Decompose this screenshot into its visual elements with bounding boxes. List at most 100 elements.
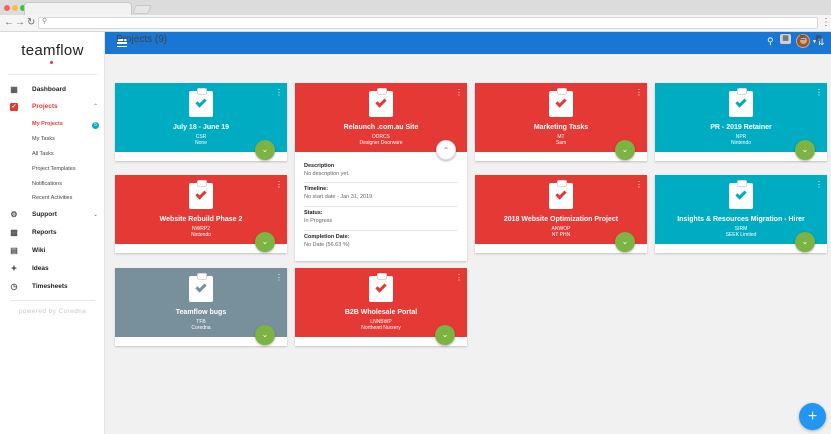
clipboard-check-icon [729, 180, 753, 209]
more-options-icon[interactable]: ⋮ [635, 181, 643, 189]
sidebar-item-label: Wiki [32, 247, 46, 254]
dashboard-icon: ▦ [10, 85, 18, 94]
sidebar-item-dashboard[interactable]: ▦ Dashboard [0, 83, 105, 97]
divider [8, 74, 97, 75]
sidebar-item-label: Dashboard [32, 86, 66, 93]
back-icon[interactable]: ← [4, 16, 14, 30]
count-badge: 5 [92, 122, 99, 129]
card-title: Insights & Resources Migration - Hirer [677, 216, 805, 223]
project-card[interactable]: ⋮ PR - 2019 Retainer NPR Nintendo ⌄ [655, 83, 827, 161]
more-options-icon[interactable]: ⋮ [455, 89, 463, 97]
add-project-button[interactable]: + [799, 403, 826, 430]
sidebar-item-label: Timesheets [32, 283, 68, 290]
search-icon[interactable]: ⚲ [767, 36, 774, 47]
sidebar-sub-my-tasks[interactable]: My Tasks [32, 136, 55, 142]
top-bar: ⚲ ♦ ▼ ⇅ [105, 32, 831, 54]
card-title: Marketing Tasks [533, 124, 589, 131]
sidebar-sub-my-projects[interactable]: My Projects [32, 121, 63, 127]
grid-view-icon[interactable]: ▦ [780, 34, 791, 44]
sidebar-item-timesheets[interactable]: ◷ Timesheets [0, 280, 105, 294]
card-title: B2B Wholesale Portal [344, 309, 418, 316]
chevron-down-icon[interactable]: ⌄ [93, 211, 98, 218]
url-input[interactable]: ⚲ [38, 17, 818, 29]
project-card[interactable]: ⋮ Insights & Resources Migration - Hirer S… [655, 175, 827, 253]
browser-menu-icon[interactable]: ⋮ [821, 16, 831, 30]
divider [304, 182, 458, 183]
project-card[interactable]: ⋮ Website Rebuild Phase 2 NWRP2 Nintendo ⌄ [115, 175, 287, 253]
detail-completion: Completion Date: No Date (56.63 %) [304, 234, 458, 248]
more-options-icon[interactable]: ⋮ [275, 181, 283, 189]
sidebar-item-label: Projects [32, 103, 58, 110]
puzzle-icon: ✦ [10, 264, 18, 273]
chevron-up-icon[interactable]: ⌃ [93, 103, 98, 110]
sidebar-item-projects[interactable]: ✓ Projects ⌃ [0, 100, 105, 114]
project-card[interactable]: ⋮ July 18 - June 19 CSR None ⌄ [115, 83, 287, 161]
more-options-icon[interactable]: ⋮ [275, 274, 283, 282]
expand-button[interactable]: ⌄ [795, 140, 815, 160]
reload-icon[interactable]: ↻ [27, 16, 35, 30]
minimize-window-icon[interactable] [12, 5, 18, 11]
browser-tabbar [0, 0, 831, 15]
browser-tab[interactable] [24, 2, 132, 15]
expand-button[interactable]: ⌄ [255, 232, 275, 252]
divider [10, 300, 95, 301]
sidebar-sub-project-templates[interactable]: Project Templates [32, 166, 76, 172]
project-card[interactable]: ⋮ 2018 Website Optimization Project ANWOP N… [475, 175, 647, 253]
detail-value: In Progress [304, 218, 333, 224]
address-bar: ← → ↻ ⚲ ⋮ [0, 15, 831, 32]
sidebar-item-support[interactable]: ⚙ Support ⌄ [0, 208, 105, 222]
more-options-icon[interactable]: ⋮ [815, 181, 823, 189]
powered-by[interactable]: powered by Coredna [0, 308, 105, 315]
sidebar-sub-recent-activities[interactable]: Recent Activities [32, 195, 72, 201]
tile-view-icon[interactable]: ▩ [813, 34, 824, 44]
clipboard-check-icon [369, 88, 393, 117]
project-card[interactable]: ⋮ Relaunch .com.au Site DDRCS Designer Door… [295, 83, 467, 261]
sidebar-sub-notifications[interactable]: Notifications [32, 181, 62, 187]
clipboard-check-icon [369, 273, 393, 302]
sidebar-item-label: Reports [32, 229, 57, 236]
sidebar-item-label: Ideas [32, 265, 49, 272]
sidebar-item-reports[interactable]: ▩ Reports [0, 226, 105, 240]
logo-dot [50, 61, 53, 64]
detail-timeline: Timeline: No start date - Jan 31, 2019 [304, 186, 458, 200]
clipboard-check-icon [189, 273, 213, 302]
card-title: Teamflow bugs [175, 309, 227, 316]
sidebar-item-wiki[interactable]: ▤ Wiki [0, 244, 105, 258]
sidebar-sub-all-tasks[interactable]: All Tasks [32, 151, 54, 157]
list-view-icon[interactable]: ☰ [797, 34, 808, 44]
expand-button[interactable]: ⌄ [795, 232, 815, 252]
more-options-icon[interactable]: ⋮ [815, 89, 823, 97]
browser-window: ← → ↻ ⚲ ⋮ teamflow ▦ Dashboard ✓ Project… [0, 0, 831, 434]
detail-value: No Date (56.63 %) [304, 242, 350, 248]
projects-icon: ✓ [10, 103, 18, 111]
detail-description: Description No description yet. [304, 163, 458, 177]
detail-status: Status: In Progress [304, 210, 458, 224]
sidebar-item-ideas[interactable]: ✦ Ideas [0, 262, 105, 276]
expand-button[interactable]: ⌄ [615, 140, 635, 160]
detail-label: Timeline: [304, 186, 329, 192]
close-window-icon[interactable] [4, 5, 10, 11]
clipboard-check-icon [549, 180, 573, 209]
detail-value: No start date - Jan 31, 2019 [304, 194, 373, 200]
project-card[interactable]: ⋮ B2B Wholesale Portal LNNBWP Northead Nurs… [295, 268, 467, 346]
expand-button[interactable]: ⌄ [255, 140, 275, 160]
card-title: July 18 - June 19 [172, 124, 230, 131]
collapse-button[interactable]: ⌃ [436, 140, 456, 160]
expand-button[interactable]: ⌄ [255, 325, 275, 345]
new-tab-button[interactable] [132, 5, 152, 14]
divider [304, 230, 458, 231]
detail-label: Status: [304, 210, 323, 216]
card-title: PR - 2019 Retainer [710, 124, 772, 131]
project-card[interactable]: ⋮ Marketing Tasks MT Sam ⌄ [475, 83, 647, 161]
project-card[interactable]: ⋮ Teamflow bugs TFB Coredna ⌄ [115, 268, 287, 346]
support-icon: ⚙ [10, 210, 18, 219]
expand-button[interactable]: ⌄ [435, 325, 455, 345]
expand-button[interactable]: ⌄ [615, 232, 635, 252]
more-options-icon[interactable]: ⋮ [635, 89, 643, 97]
more-options-icon[interactable]: ⋮ [275, 89, 283, 97]
forward-icon[interactable]: → [15, 16, 25, 30]
logo[interactable]: teamflow [0, 42, 105, 59]
sidebar: teamflow ▦ Dashboard ✓ Projects ⌃ My Pro… [0, 32, 105, 434]
card-title: Relaunch .com.au Site [343, 124, 419, 131]
more-options-icon[interactable]: ⋮ [455, 274, 463, 282]
